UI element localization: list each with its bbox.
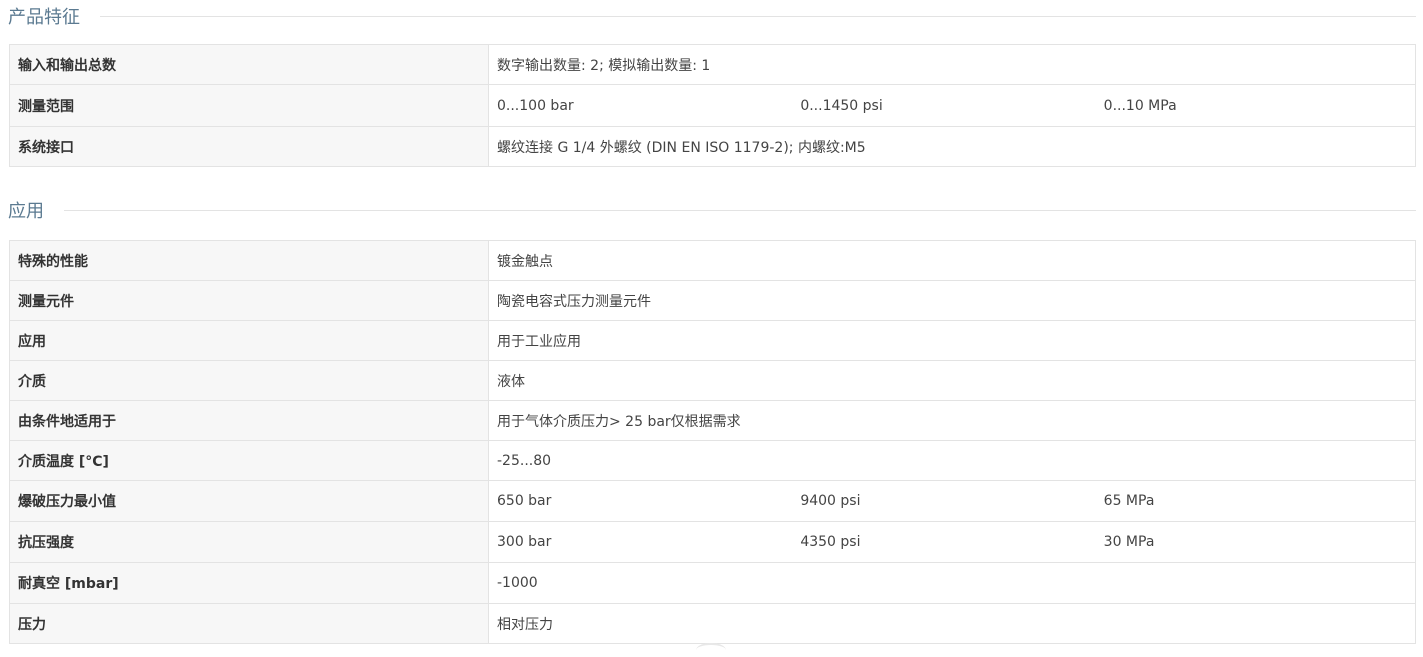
row-label: 特殊的性能 bbox=[9, 240, 489, 281]
spec-table: 特殊的性能 镀金触点 测量元件 陶瓷电容式压力测量元件 应用 用于工业应用 介质… bbox=[9, 240, 1416, 644]
row-label: 压力 bbox=[9, 603, 489, 644]
section-header: 产品特征 bbox=[8, 0, 1416, 32]
table-row: 耐真空 [mbar] -1000 bbox=[9, 562, 1416, 604]
row-label: 系统接口 bbox=[9, 126, 489, 167]
value-bar: 0...100 bar bbox=[497, 97, 574, 114]
value-psi: 9400 psi bbox=[800, 493, 861, 509]
row-label: 应用 bbox=[9, 320, 489, 361]
row-label: 抗压强度 bbox=[9, 521, 489, 563]
value-mpa: 65 MPa bbox=[1103, 493, 1155, 509]
row-value: 相对压力 bbox=[488, 603, 1416, 644]
row-label: 爆破压力最小值 bbox=[9, 480, 489, 522]
value-psi: 4350 psi bbox=[800, 534, 861, 550]
table-row: 抗压强度 300 bar 4350 psi 30 MPa bbox=[9, 521, 1416, 563]
row-label: 由条件地适用于 bbox=[9, 400, 489, 441]
row-value: 陶瓷电容式压力测量元件 bbox=[488, 280, 1416, 321]
spec-table: 输入和输出总数 数字输出数量: 2; 模拟输出数量: 1 测量范围 0...10… bbox=[9, 44, 1416, 167]
value-mpa: 30 MPa bbox=[1103, 534, 1155, 550]
value-mpa: 0...10 MPa bbox=[1103, 97, 1177, 114]
row-value: -1000 bbox=[488, 562, 1416, 604]
table-row: 介质温度 [°C] -25...80 bbox=[9, 440, 1416, 481]
row-label: 介质 bbox=[9, 360, 489, 401]
table-row: 应用 用于工业应用 bbox=[9, 320, 1416, 361]
row-value: -25...80 bbox=[488, 440, 1416, 481]
value-psi: 0...1450 psi bbox=[800, 97, 883, 114]
row-value: 数字输出数量: 2; 模拟输出数量: 1 bbox=[488, 44, 1416, 85]
scroll-indicator bbox=[696, 643, 726, 657]
table-row: 由条件地适用于 用于气体介质压力> 25 bar仅根据需求 bbox=[9, 400, 1416, 441]
value-bar: 300 bar bbox=[497, 534, 552, 550]
row-value: 300 bar 4350 psi 30 MPa bbox=[488, 521, 1416, 563]
section-application: 应用 特殊的性能 镀金触点 测量元件 陶瓷电容式压力测量元件 应用 用于工业应用… bbox=[8, 194, 1416, 644]
table-row: 测量元件 陶瓷电容式压力测量元件 bbox=[9, 280, 1416, 321]
section-product-features: 产品特征 输入和输出总数 数字输出数量: 2; 模拟输出数量: 1 测量范围 0… bbox=[8, 0, 1416, 167]
row-label: 耐真空 [mbar] bbox=[9, 562, 489, 604]
section-title: 应用 bbox=[8, 201, 44, 222]
table-row: 系统接口 螺纹连接 G 1/4 外螺纹 (DIN EN ISO 1179-2);… bbox=[9, 126, 1416, 167]
row-value: 用于工业应用 bbox=[488, 320, 1416, 361]
table-row: 测量范围 0...100 bar 0...1450 psi 0...10 MPa bbox=[9, 84, 1416, 127]
table-row: 特殊的性能 镀金触点 bbox=[9, 240, 1416, 281]
row-label: 测量元件 bbox=[9, 280, 489, 321]
row-value: 0...100 bar 0...1450 psi 0...10 MPa bbox=[488, 84, 1416, 127]
table-row: 介质 液体 bbox=[9, 360, 1416, 401]
row-value: 用于气体介质压力> 25 bar仅根据需求 bbox=[488, 400, 1416, 441]
row-label: 介质温度 [°C] bbox=[9, 440, 489, 481]
row-value: 螺纹连接 G 1/4 外螺纹 (DIN EN ISO 1179-2); 内螺纹:… bbox=[488, 126, 1416, 167]
row-label: 输入和输出总数 bbox=[9, 44, 489, 85]
row-value: 镀金触点 bbox=[488, 240, 1416, 281]
row-label: 测量范围 bbox=[9, 84, 489, 127]
section-divider bbox=[100, 15, 1416, 17]
row-value: 650 bar 9400 psi 65 MPa bbox=[488, 480, 1416, 522]
section-title: 产品特征 bbox=[8, 7, 80, 28]
table-row: 压力 相对压力 bbox=[9, 603, 1416, 644]
section-divider bbox=[64, 209, 1416, 211]
row-value: 液体 bbox=[488, 360, 1416, 401]
table-row: 爆破压力最小值 650 bar 9400 psi 65 MPa bbox=[9, 480, 1416, 522]
section-header: 应用 bbox=[8, 194, 1416, 226]
value-bar: 650 bar bbox=[497, 493, 552, 509]
table-row: 输入和输出总数 数字输出数量: 2; 模拟输出数量: 1 bbox=[9, 44, 1416, 85]
